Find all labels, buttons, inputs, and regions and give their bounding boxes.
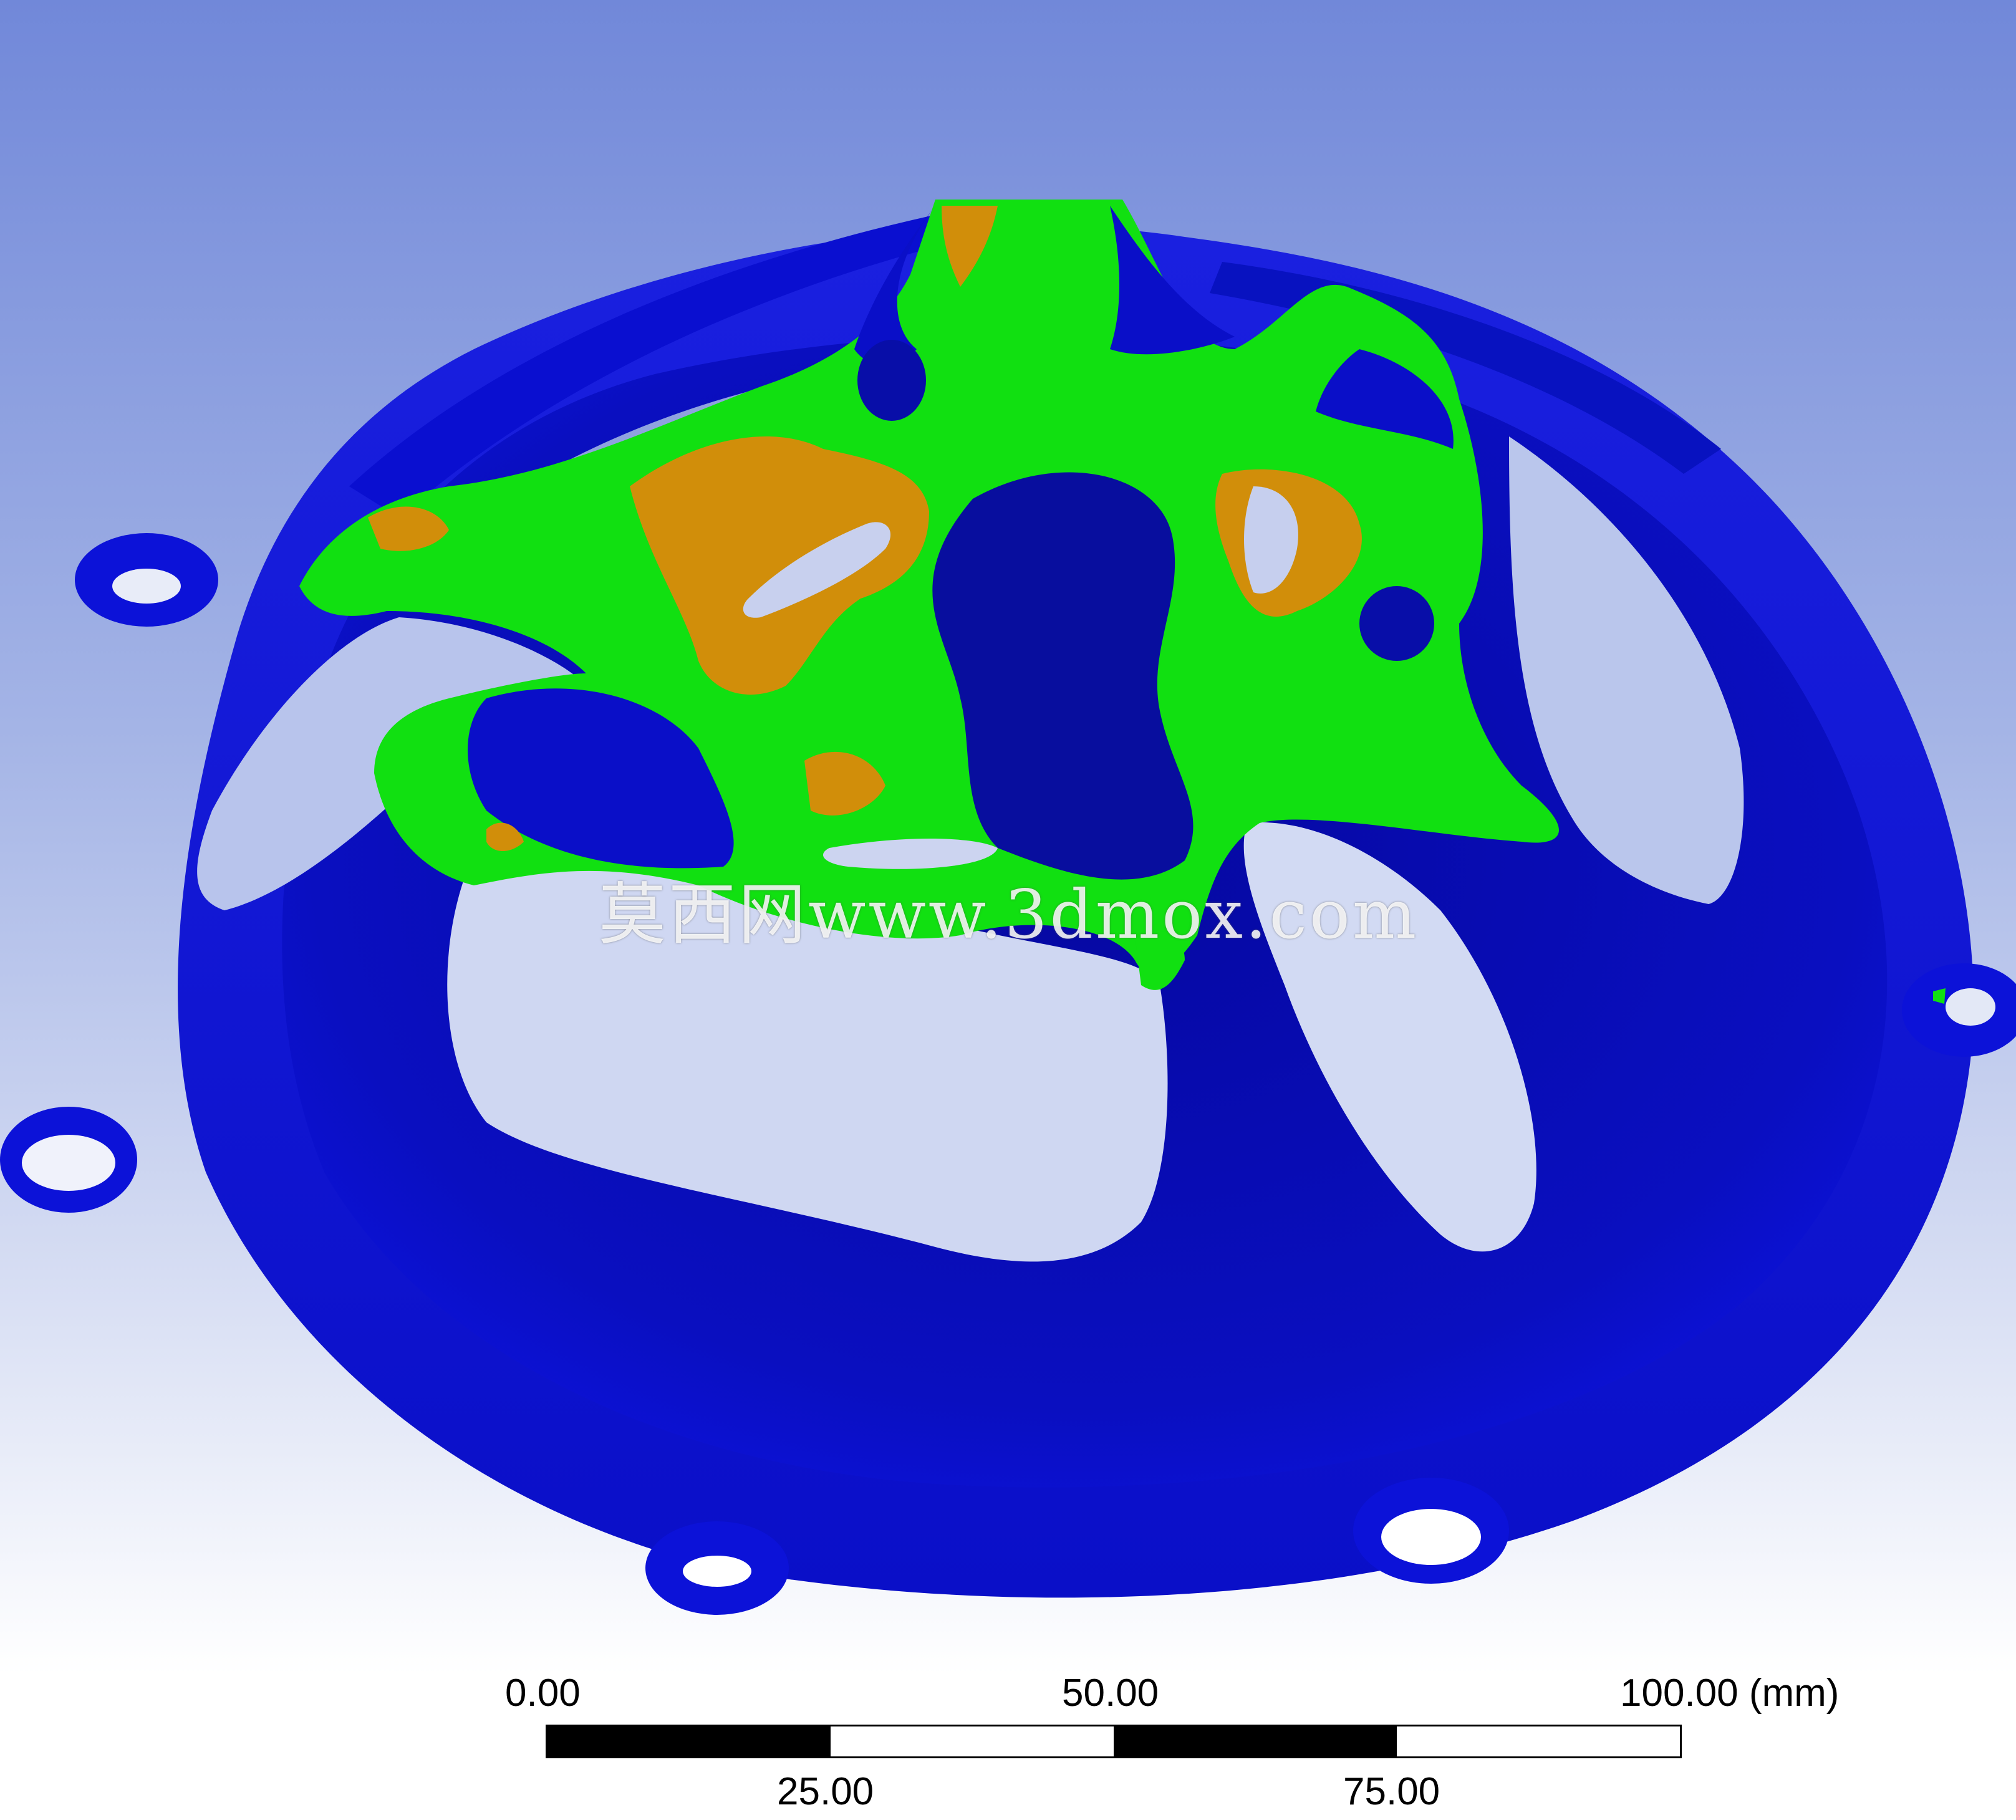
scale-label-75: 75.00 xyxy=(1343,1770,1440,1813)
scale-label-50: 50.00 xyxy=(1062,1672,1159,1715)
hub-bolt-hole xyxy=(857,340,926,421)
scale-label-0: 0.00 xyxy=(505,1672,581,1715)
mount-hole xyxy=(1381,1509,1481,1565)
scale-segment xyxy=(1114,1726,1397,1756)
scale-segment xyxy=(547,1726,831,1756)
scale-label-25: 25.00 xyxy=(777,1770,874,1813)
mount-hole xyxy=(112,569,181,604)
scale-segment xyxy=(831,1726,1114,1756)
watermark-text: 莫西网www.3dmox.com xyxy=(599,876,1419,954)
scale-label-100: 100.00 (mm) xyxy=(1620,1672,1840,1715)
mount-hole xyxy=(22,1135,115,1191)
graphics-viewport[interactable]: 莫西网www.3dmox.com 0.00 50.00 100.00 (mm) … xyxy=(0,0,2016,1820)
mount-hole xyxy=(683,1556,751,1587)
mount-hole xyxy=(1946,988,1995,1026)
scale-bar xyxy=(546,1725,1682,1758)
hub-bolt-hole xyxy=(1359,586,1434,661)
scale-segment xyxy=(1397,1726,1680,1756)
